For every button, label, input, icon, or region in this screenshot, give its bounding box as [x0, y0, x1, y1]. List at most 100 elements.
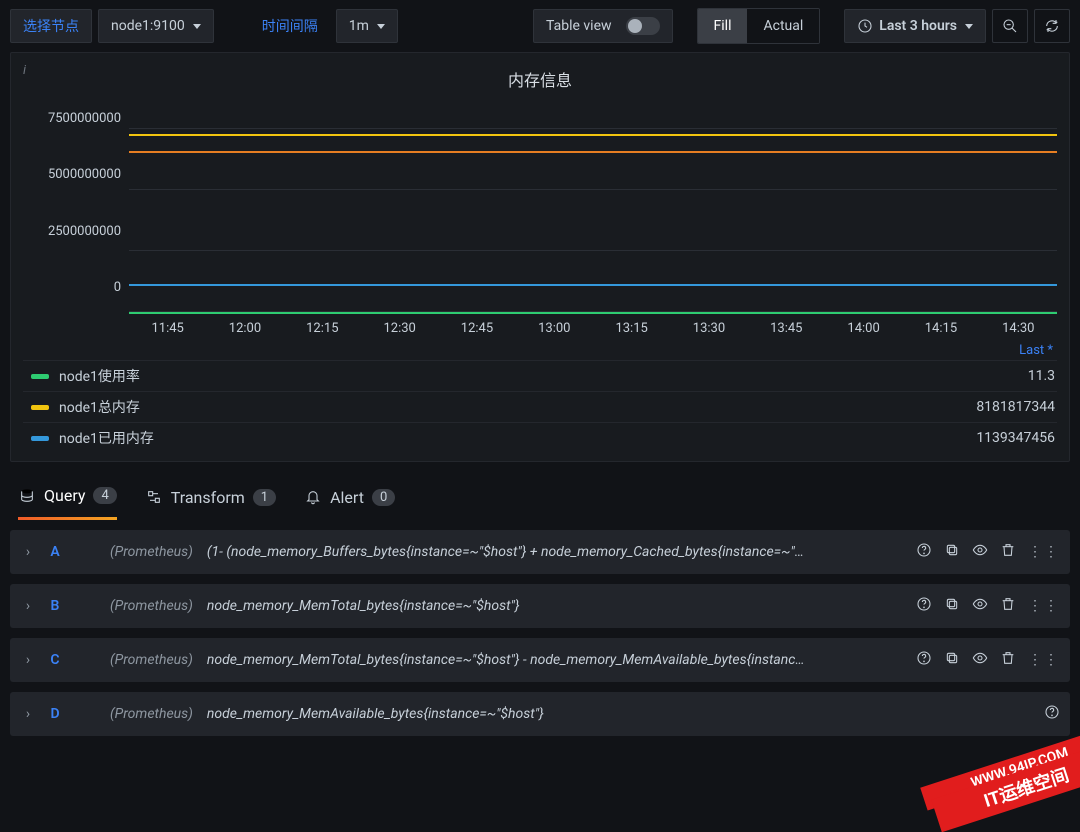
legend-row[interactable]: node1已用内存 1139347456 [23, 422, 1057, 453]
drag-handle-icon[interactable]: ⋮⋮ [1028, 544, 1060, 560]
x-tick: 12:30 [361, 321, 438, 336]
help-icon[interactable] [916, 542, 932, 562]
tab-query-label: Query [44, 486, 85, 505]
x-tick: 13:30 [670, 321, 747, 336]
tab-transform-label: Transform [171, 488, 245, 507]
y-tick: 5000000000 [48, 167, 121, 182]
tab-transform-count: 1 [253, 489, 276, 506]
legend-swatch [31, 374, 49, 379]
fill-segment[interactable]: Fill [698, 9, 748, 43]
trash-icon[interactable] [1000, 542, 1016, 562]
x-tick: 13:00 [516, 321, 593, 336]
editor-tabs: Query 4 Transform 1 Alert 0 [0, 472, 1080, 520]
legend-value: 11.3 [1028, 368, 1055, 384]
expand-chevron-icon[interactable]: › [20, 598, 36, 614]
trash-icon[interactable] [1000, 596, 1016, 616]
actual-segment[interactable]: Actual [747, 9, 819, 43]
copy-icon[interactable] [944, 596, 960, 616]
toolbar: 选择节点 node1:9100 时间间隔 1m Table view Fill … [0, 0, 1080, 52]
interval-label: 时间间隔 [250, 9, 330, 43]
y-tick: 0 [114, 280, 121, 295]
help-icon[interactable] [916, 596, 932, 616]
query-row: › D (Prometheus) node_memory_MemAvailabl… [10, 692, 1070, 736]
query-letter[interactable]: A [44, 544, 66, 560]
database-icon [18, 487, 36, 505]
zoom-out-icon [1002, 18, 1018, 34]
x-tick: 14:15 [902, 321, 979, 336]
x-tick: 13:15 [593, 321, 670, 336]
help-icon[interactable] [1044, 704, 1060, 724]
legend-swatch [31, 405, 49, 410]
x-tick: 12:00 [206, 321, 283, 336]
table-view-toggle[interactable]: Table view [533, 9, 673, 43]
panel-title: 内存信息 [508, 71, 572, 90]
eye-icon[interactable] [972, 596, 988, 616]
time-range-dropdown[interactable]: Last 3 hours [844, 9, 986, 43]
transform-icon [145, 488, 163, 506]
series-available [129, 151, 1057, 153]
query-row: › C (Prometheus) node_memory_MemTotal_by… [10, 638, 1070, 682]
query-datasource: (Prometheus) [110, 544, 193, 560]
series-total [129, 134, 1057, 136]
chart-panel: i 内存信息 7500000000 5000000000 2500000000 … [10, 52, 1070, 462]
legend-header: Last * [23, 336, 1057, 360]
trash-icon[interactable] [1000, 650, 1016, 670]
query-letter[interactable]: D [44, 706, 66, 722]
query-actions [1044, 704, 1060, 724]
zoom-out-button[interactable] [992, 9, 1028, 43]
y-axis: 7500000000 5000000000 2500000000 0 [23, 105, 129, 315]
copy-icon[interactable] [944, 542, 960, 562]
legend-swatch [31, 436, 49, 441]
eye-icon[interactable] [972, 650, 988, 670]
x-tick: 14:00 [825, 321, 902, 336]
tab-alert[interactable]: Alert 0 [304, 488, 395, 519]
refresh-button[interactable] [1034, 9, 1070, 43]
x-axis: 11:45 12:00 12:15 12:30 12:45 13:00 13:1… [129, 315, 1057, 336]
chart-area: 7500000000 5000000000 2500000000 0 [23, 105, 1057, 315]
query-letter[interactable]: B [44, 598, 66, 614]
refresh-icon [1044, 18, 1060, 34]
interval-value: 1m [349, 18, 369, 34]
tab-alert-count: 0 [372, 489, 395, 506]
series-usage-pct [129, 312, 1057, 314]
expand-chevron-icon[interactable]: › [20, 544, 36, 560]
bell-icon [304, 488, 322, 506]
expand-chevron-icon[interactable]: › [20, 706, 36, 722]
legend-name: node1已用内存 [59, 428, 976, 448]
panel-title-row: i 内存信息 [23, 63, 1057, 105]
legend-sort-last[interactable]: Last * [1019, 343, 1053, 358]
x-tick: 12:15 [284, 321, 361, 336]
query-actions: ⋮⋮ [916, 542, 1060, 562]
x-tick: 12:45 [438, 321, 515, 336]
query-actions: ⋮⋮ [916, 596, 1060, 616]
toggle-track [626, 17, 660, 35]
time-range-value: Last 3 hours [879, 18, 957, 34]
clock-icon [857, 18, 873, 34]
drag-handle-icon[interactable]: ⋮⋮ [1028, 598, 1060, 614]
plot-area[interactable] [129, 105, 1057, 315]
query-datasource: (Prometheus) [110, 598, 193, 614]
legend-row[interactable]: node1使用率 11.3 [23, 360, 1057, 391]
query-expression: node_memory_MemAvailable_bytes{instance=… [207, 706, 1036, 722]
help-icon[interactable] [916, 650, 932, 670]
query-row: › A (Prometheus) (1- (node_memory_Buffer… [10, 530, 1070, 574]
legend-row[interactable]: node1总内存 8181817344 [23, 391, 1057, 422]
query-expression: node_memory_MemTotal_bytes{instance=~"$h… [207, 652, 908, 668]
tab-transform[interactable]: Transform 1 [145, 488, 276, 519]
drag-handle-icon[interactable]: ⋮⋮ [1028, 652, 1060, 668]
tab-query[interactable]: Query 4 [18, 486, 117, 520]
query-letter[interactable]: C [44, 652, 66, 668]
select-node-label: 选择节点 [10, 9, 92, 43]
interval-dropdown[interactable]: 1m [336, 9, 398, 43]
x-tick: 14:30 [980, 321, 1057, 336]
info-icon[interactable]: i [23, 63, 26, 78]
y-tick: 7500000000 [48, 111, 121, 126]
query-expression: (1- (node_memory_Buffers_bytes{instance=… [207, 544, 908, 560]
copy-icon[interactable] [944, 650, 960, 670]
x-tick: 11:45 [129, 321, 206, 336]
expand-chevron-icon[interactable]: › [20, 652, 36, 668]
eye-icon[interactable] [972, 542, 988, 562]
node-dropdown[interactable]: node1:9100 [98, 9, 214, 43]
query-datasource: (Prometheus) [110, 652, 193, 668]
chevron-down-icon [193, 24, 201, 29]
